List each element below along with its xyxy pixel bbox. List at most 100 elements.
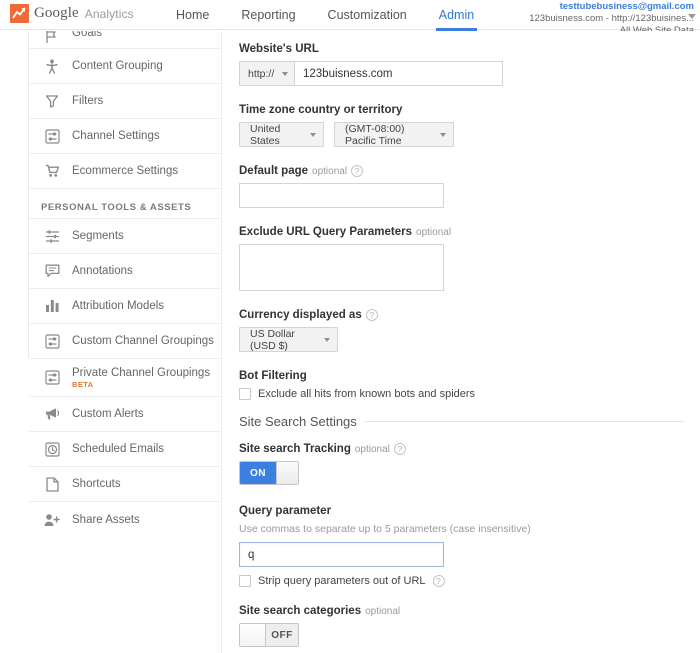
default-page-label: Default page optional ?	[239, 165, 700, 177]
nav-item-customization[interactable]: Customization	[312, 0, 423, 30]
section-divider	[365, 421, 684, 422]
query-parameter-label: Query parameter	[239, 505, 700, 517]
sidebar-item-share-assets[interactable]: Share Assets	[29, 502, 221, 537]
timezone-country-value: United States	[250, 123, 300, 147]
nav-item-reporting[interactable]: Reporting	[225, 0, 311, 30]
bot-filtering-label: Bot Filtering	[239, 370, 700, 382]
sidebar-item-label: Attribution Models	[72, 300, 164, 312]
logo-analytics-text: Analytics	[85, 7, 134, 21]
strip-query-checkbox-row[interactable]: Strip query parameters out of URL ?	[239, 575, 700, 587]
sliders-icon	[41, 367, 63, 389]
sidebar-list: Goals Content Grouping Filters Channel S…	[29, 31, 221, 537]
site-search-section-header: Site Search Settings	[239, 414, 700, 429]
chevron-down-icon[interactable]	[688, 14, 696, 19]
analytics-chart-icon	[10, 4, 29, 23]
site-search-categories-field: Site search categories optional OFF	[239, 605, 700, 647]
nav-item-home[interactable]: Home	[160, 0, 225, 30]
flag-icon	[41, 31, 63, 48]
site-search-section-title: Site Search Settings	[239, 414, 357, 429]
optional-tag: optional	[312, 166, 347, 177]
settings-form: Website's URL http:// Time zone country …	[223, 31, 700, 653]
sidebar-item-custom-alerts[interactable]: Custom Alerts	[29, 397, 221, 432]
sidebar-item-label: Ecommerce Settings	[72, 165, 178, 177]
sidebar-item-ecommerce-settings[interactable]: Ecommerce Settings	[29, 154, 221, 189]
currency-label: Currency displayed as ?	[239, 309, 700, 321]
help-icon[interactable]: ?	[433, 575, 445, 587]
default-page-field: Default page optional ?	[239, 165, 700, 208]
help-icon[interactable]: ?	[351, 165, 363, 177]
exclude-params-label: Exclude URL Query Parameters optional	[239, 226, 700, 238]
content-grouping-icon	[41, 55, 63, 77]
chevron-down-icon	[282, 72, 288, 76]
sidebar-item-label: Private Channel Groupings	[72, 367, 210, 379]
page-icon	[41, 473, 63, 495]
website-url-row: http://	[239, 61, 503, 86]
sidebar-item-label: Goals	[72, 31, 102, 39]
sidebar-item-channel-settings[interactable]: Channel Settings	[29, 119, 221, 154]
help-icon[interactable]: ?	[394, 443, 406, 455]
google-analytics-admin-page: Google Analytics Home Reporting Customiz…	[0, 0, 700, 653]
optional-tag: optional	[416, 227, 451, 238]
chevron-down-icon	[440, 133, 446, 137]
strip-query-checkbox[interactable]	[239, 575, 251, 587]
site-search-tracking-field: Site search Tracking optional ? ON	[239, 443, 700, 485]
sidebar-section-header: PERSONAL TOOLS & ASSETS	[29, 189, 221, 219]
account-property: 123buisness.com - http://123buisines...	[529, 14, 694, 25]
timezone-country-select[interactable]: United States	[239, 122, 324, 147]
nav-item-admin[interactable]: Admin	[423, 0, 490, 30]
megaphone-icon	[41, 403, 63, 425]
sidebar-item-label: Shortcuts	[72, 478, 121, 490]
timezone-zone-select[interactable]: (GMT-08:00) Pacific Time	[334, 122, 454, 147]
sidebar-item-label: Scheduled Emails	[72, 443, 164, 455]
protocol-select[interactable]: http://	[239, 61, 294, 86]
toggle-on-label: ON	[240, 462, 276, 484]
website-url-input[interactable]	[294, 61, 503, 86]
bar-chart-icon	[41, 295, 63, 317]
sidebar-item-content-grouping[interactable]: Content Grouping	[29, 49, 221, 84]
sidebar-item-attribution-models[interactable]: Attribution Models	[29, 289, 221, 324]
sliders-icon	[41, 330, 63, 352]
query-parameter-input[interactable]	[239, 542, 444, 567]
sidebar-item-segments[interactable]: Segments	[29, 219, 221, 254]
exclude-params-textarea[interactable]	[239, 244, 444, 291]
segments-icon	[41, 225, 63, 247]
sidebar-item-annotations[interactable]: Annotations	[29, 254, 221, 289]
site-search-categories-label-text: Site search categories	[239, 605, 361, 617]
timezone-zone-value: (GMT-08:00) Pacific Time	[345, 123, 430, 147]
sidebar-item-custom-channel-groupings[interactable]: Custom Channel Groupings	[29, 324, 221, 359]
sidebar-item-label: Segments	[72, 230, 124, 242]
help-icon[interactable]: ?	[366, 309, 378, 321]
sidebar-item-label: Content Grouping	[72, 60, 163, 72]
logo-google-text: Google	[34, 5, 79, 22]
account-email: testtubebusiness@gmail.com	[529, 2, 694, 13]
bot-filtering-checkbox[interactable]	[239, 388, 251, 400]
optional-tag: optional	[355, 444, 390, 455]
sidebar-item-private-channel-groupings[interactable]: Private Channel Groupings BETA	[29, 359, 221, 397]
add-user-icon	[41, 509, 63, 531]
site-search-tracking-toggle[interactable]: ON	[239, 461, 299, 485]
funnel-icon	[41, 90, 63, 112]
default-page-input[interactable]	[239, 183, 444, 208]
sidebar-item-label: Channel Settings	[72, 130, 160, 142]
toggle-off-label: OFF	[266, 624, 298, 646]
sidebar-item-scheduled-emails[interactable]: Scheduled Emails	[29, 432, 221, 467]
sidebar-item-filters[interactable]: Filters	[29, 84, 221, 119]
query-parameter-hint: Use commas to separate up to 5 parameter…	[239, 523, 700, 535]
sidebar-item-text: Private Channel Groupings BETA	[72, 367, 210, 389]
bot-filtering-checkbox-row[interactable]: Exclude all hits from known bots and spi…	[239, 388, 700, 400]
sidebar-item-shortcuts[interactable]: Shortcuts	[29, 467, 221, 502]
bot-filtering-label-text: Bot Filtering	[239, 370, 307, 382]
bot-filtering-field: Bot Filtering Exclude all hits from know…	[239, 370, 700, 400]
timezone-label: Time zone country or territory	[239, 104, 700, 116]
sidebar-item-goals[interactable]: Goals	[29, 31, 221, 49]
chevron-down-icon	[310, 133, 316, 137]
site-search-tracking-label: Site search Tracking optional ?	[239, 443, 700, 455]
sidebar-item-label: Share Assets	[72, 514, 140, 526]
website-url-label-text: Website's URL	[239, 43, 319, 55]
sliders-icon	[41, 125, 63, 147]
site-search-categories-toggle[interactable]: OFF	[239, 623, 299, 647]
top-bar: Google Analytics Home Reporting Customiz…	[0, 0, 700, 30]
currency-select[interactable]: US Dollar (USD $)	[239, 327, 338, 352]
toggle-knob	[276, 462, 298, 484]
google-analytics-logo[interactable]: Google Analytics	[10, 4, 134, 23]
